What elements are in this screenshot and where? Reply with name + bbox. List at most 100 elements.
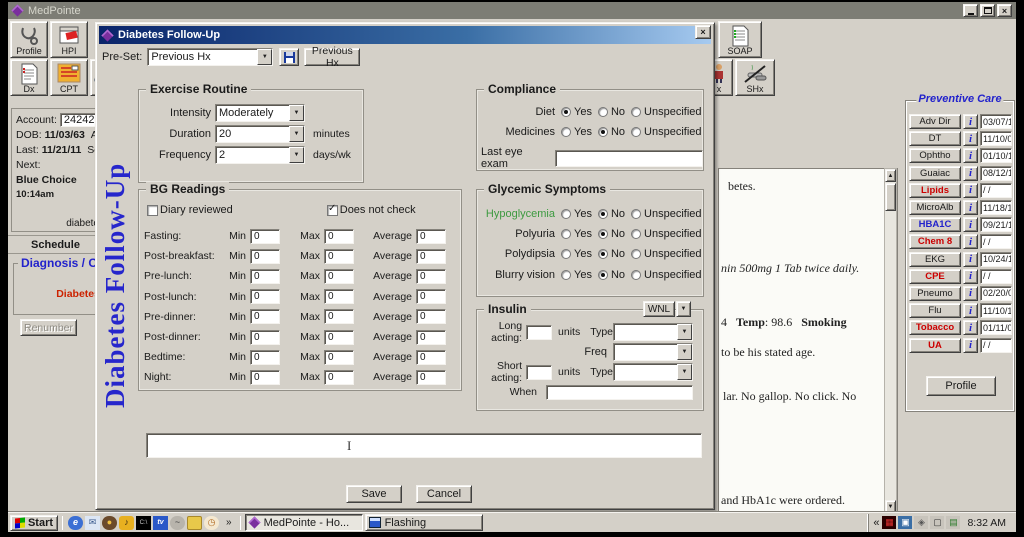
info-button[interactable]: i bbox=[963, 338, 978, 353]
quick-launch-icon[interactable]: ♪ bbox=[119, 516, 134, 530]
bg-average-field[interactable]: 0 bbox=[416, 249, 446, 264]
info-button[interactable]: i bbox=[963, 217, 978, 232]
bg-max-field[interactable]: 0 bbox=[324, 330, 354, 345]
cancel-button[interactable]: Cancel bbox=[416, 485, 472, 503]
preventive-date-field[interactable]: 01/11/07 bbox=[980, 320, 1012, 335]
bg-average-field[interactable]: 0 bbox=[416, 370, 446, 385]
preventive-date-field[interactable]: 11/10/06 bbox=[980, 131, 1012, 146]
info-button[interactable]: i bbox=[963, 166, 978, 181]
tray-icon[interactable]: ◈ bbox=[914, 516, 928, 529]
exercise-combobox[interactable]: Moderately ▼ bbox=[215, 104, 305, 122]
preventive-test-button[interactable]: Flu bbox=[909, 303, 961, 318]
quick-launch-icon[interactable]: ~ bbox=[170, 516, 185, 530]
quick-launch-icon[interactable]: C:\ bbox=[136, 516, 151, 530]
radio-no[interactable]: No bbox=[598, 126, 625, 138]
toolbar-profile-button[interactable]: Profile bbox=[10, 21, 48, 58]
preventive-date-field[interactable]: 11/18/11 bbox=[980, 200, 1012, 215]
bg-min-field[interactable]: 0 bbox=[250, 370, 280, 385]
info-button[interactable]: i bbox=[963, 320, 978, 335]
radio-no[interactable]: No bbox=[598, 269, 625, 281]
preventive-date-field[interactable]: 11/10/11 bbox=[980, 303, 1012, 318]
preventive-date-field[interactable]: 01/10/11 bbox=[980, 148, 1012, 163]
radio-unspecified[interactable]: Unspecified bbox=[631, 269, 701, 281]
tray-icon[interactable]: ▦ bbox=[882, 516, 896, 529]
preventive-date-field[interactable]: 09/21/11 bbox=[980, 217, 1012, 232]
wnl-button[interactable]: WNL bbox=[643, 301, 675, 317]
toolbar-shx-button[interactable]: SHx bbox=[735, 59, 775, 96]
taskbar-task-flashing[interactable]: Flashing bbox=[365, 514, 483, 531]
short-acting-units-field[interactable] bbox=[526, 365, 552, 380]
bg-max-field[interactable]: 0 bbox=[324, 269, 354, 284]
diagnosis-item[interactable]: Diabetes bbox=[56, 288, 100, 300]
document-scrollbar[interactable]: ▲ ▼ bbox=[884, 168, 897, 514]
radio-unspecified[interactable]: Unspecified bbox=[631, 126, 701, 138]
last-eye-exam-field[interactable] bbox=[555, 150, 703, 167]
preventive-test-button[interactable]: MicroAlb bbox=[909, 200, 961, 215]
info-button[interactable]: i bbox=[963, 303, 978, 318]
radio-yes[interactable]: Yes bbox=[561, 106, 592, 118]
radio-yes[interactable]: Yes bbox=[561, 269, 592, 281]
bg-min-field[interactable]: 0 bbox=[250, 330, 280, 345]
bg-max-field[interactable]: 0 bbox=[324, 229, 354, 244]
bg-min-field[interactable]: 0 bbox=[250, 229, 280, 244]
preventive-date-field[interactable]: 08/12/11 bbox=[980, 166, 1012, 181]
preventive-date-field[interactable]: / / bbox=[980, 338, 1012, 353]
quick-launch-icon[interactable]: ✉ bbox=[85, 516, 100, 530]
chevron-right-icon[interactable]: » bbox=[226, 517, 232, 528]
radio-no[interactable]: No bbox=[598, 208, 625, 220]
preventive-date-field[interactable]: 10/24/11 bbox=[980, 252, 1012, 267]
comment-field[interactable]: I bbox=[146, 433, 702, 458]
freq-combobox[interactable]: ▼ bbox=[613, 343, 693, 361]
taskbar-task-medpointe[interactable]: MedPointe - Ho... bbox=[245, 514, 363, 531]
bg-max-field[interactable]: 0 bbox=[324, 350, 354, 365]
bg-min-field[interactable]: 0 bbox=[250, 350, 280, 365]
toolbar-hpi-button[interactable]: HPI bbox=[50, 21, 88, 58]
bg-max-field[interactable]: 0 bbox=[324, 289, 354, 304]
bg-average-field[interactable]: 0 bbox=[416, 289, 446, 304]
radio-yes[interactable]: Yes bbox=[561, 208, 592, 220]
preventive-test-button[interactable]: HBA1C bbox=[909, 217, 961, 232]
minimize-button[interactable] bbox=[963, 4, 978, 17]
account-field[interactable]: 24242 bbox=[60, 113, 99, 127]
tray-icon[interactable]: ▤ bbox=[946, 516, 960, 529]
info-button[interactable]: i bbox=[963, 131, 978, 146]
diary-reviewed-checkbox[interactable]: Diary reviewed bbox=[147, 204, 233, 216]
bg-average-field[interactable]: 0 bbox=[416, 330, 446, 345]
schedule-tab[interactable]: Schedule bbox=[8, 235, 104, 254]
long-acting-type-combobox[interactable]: ▼ bbox=[613, 323, 693, 341]
does-not-check-checkbox[interactable]: Does not check bbox=[327, 204, 416, 216]
save-preset-button[interactable] bbox=[279, 48, 299, 66]
wnl-dropdown-button[interactable]: ▼ bbox=[676, 301, 691, 317]
short-acting-type-combobox[interactable]: ▼ bbox=[613, 363, 693, 381]
scroll-up-button[interactable]: ▲ bbox=[885, 169, 896, 182]
long-acting-units-field[interactable] bbox=[526, 325, 552, 340]
when-field[interactable] bbox=[546, 385, 693, 400]
preventive-test-button[interactable]: Chem 8 bbox=[909, 234, 961, 249]
quick-launch-icon[interactable]: tv bbox=[153, 516, 168, 530]
info-button[interactable]: i bbox=[963, 148, 978, 163]
dialog-close-button[interactable]: × bbox=[695, 25, 711, 39]
radio-no[interactable]: No bbox=[598, 228, 625, 240]
preventive-test-button[interactable]: DT bbox=[909, 131, 961, 146]
preventive-test-button[interactable]: Pneumo bbox=[909, 286, 961, 301]
radio-yes[interactable]: Yes bbox=[561, 126, 592, 138]
preventive-test-button[interactable]: Guaiac bbox=[909, 166, 961, 181]
info-button[interactable]: i bbox=[963, 200, 978, 215]
toolbar-dx-button[interactable]: Dx bbox=[10, 59, 48, 96]
info-button[interactable]: i bbox=[963, 114, 978, 129]
preventive-test-button[interactable]: Ophtho bbox=[909, 148, 961, 163]
close-button[interactable]: × bbox=[997, 4, 1012, 17]
bg-max-field[interactable]: 0 bbox=[324, 249, 354, 264]
preventive-test-button[interactable]: Adv Dir bbox=[909, 114, 961, 129]
renumber-button[interactable]: Renumber bbox=[20, 319, 77, 336]
quick-launch-icon[interactable]: e bbox=[68, 516, 83, 530]
bg-average-field[interactable]: 0 bbox=[416, 269, 446, 284]
bg-average-field[interactable]: 0 bbox=[416, 309, 446, 324]
start-button[interactable]: Start bbox=[10, 515, 58, 531]
bg-min-field[interactable]: 0 bbox=[250, 309, 280, 324]
radio-unspecified[interactable]: Unspecified bbox=[631, 106, 701, 118]
exercise-combobox[interactable]: 20 ▼ bbox=[215, 125, 305, 143]
preset-combobox[interactable]: Previous Hx ▼ bbox=[147, 48, 273, 66]
info-button[interactable]: i bbox=[963, 234, 978, 249]
radio-unspecified[interactable]: Unspecified bbox=[631, 248, 701, 260]
